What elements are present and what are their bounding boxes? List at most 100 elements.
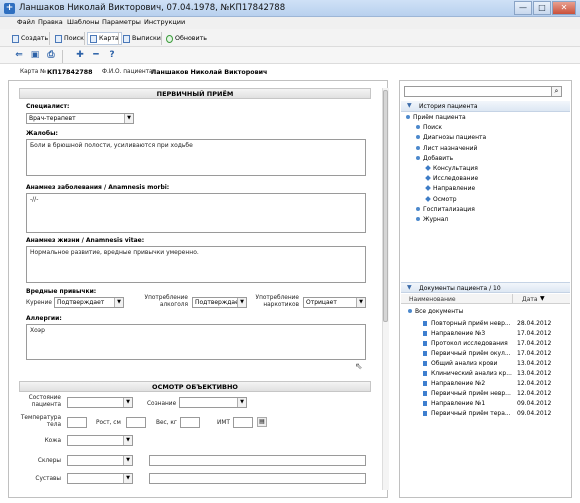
document-date: 09.04.2012 <box>517 410 552 417</box>
history-item-label: Консультация <box>433 165 478 172</box>
document-date: 09.04.2012 <box>517 400 552 407</box>
drugs-label: Употребление наркотиков <box>255 295 299 308</box>
document-row[interactable]: Направление №3 17.04.2012 <box>400 329 570 339</box>
document-icon <box>423 351 427 356</box>
document-row[interactable]: Протокол исследования 17.04.2012 <box>400 339 570 349</box>
history-item[interactable]: Добавить <box>416 155 453 162</box>
card-label: Карта <box>99 35 119 42</box>
temperature-input[interactable] <box>67 417 87 428</box>
allergies-label: Аллергии: <box>26 315 62 322</box>
column-name[interactable]: Наименование <box>409 296 456 303</box>
weight-input[interactable] <box>180 417 200 428</box>
alcohol-select[interactable]: Подтверждает ▼ <box>192 297 247 308</box>
extracts-button[interactable]: Выписки <box>121 32 163 45</box>
document-row[interactable]: Первичный приём окул... 17.04.2012 <box>400 349 570 359</box>
remove-icon[interactable]: ━ <box>91 50 101 60</box>
maximize-button[interactable]: □ <box>533 1 551 15</box>
allergies-field[interactable]: Хоэр <box>26 324 366 360</box>
anamnesis-vitae-field[interactable]: Нормальное развитие, вредные привычки ум… <box>26 246 366 283</box>
history-item-label: Исследование <box>433 175 479 183</box>
history-item[interactable]: Приём пациента <box>406 114 466 121</box>
sclera-select[interactable]: ▼ <box>67 455 133 466</box>
anamnesis-morbi-field[interactable]: -//- <box>26 193 366 233</box>
complaints-field[interactable]: Боли в брюшной полости, усиливаются при … <box>26 139 366 176</box>
search-icon[interactable]: ⌕ <box>551 86 562 97</box>
consciousness-label: Сознание <box>147 401 177 407</box>
calculator-icon[interactable]: ▤ <box>257 417 267 427</box>
menu-settings[interactable]: Параметры <box>102 18 141 26</box>
document-row[interactable]: Клинический анализ кр... 13.04.2012 <box>400 369 570 379</box>
joints-note-input[interactable] <box>149 473 366 484</box>
refresh-icon <box>166 34 173 43</box>
card-button[interactable]: Карта <box>87 32 122 45</box>
menu-templates[interactable]: Шаблоны <box>67 18 99 26</box>
document-row[interactable]: Общий анализ крови 13.04.2012 <box>400 359 570 369</box>
consciousness-select[interactable]: ▼ <box>179 397 247 408</box>
main-toolbar: Создать Поиск Карта Выписки Обновить <box>0 29 580 47</box>
height-label: Рост, см <box>96 420 121 426</box>
menu-instructions[interactable]: Инструкции <box>144 18 185 26</box>
history-header[interactable]: ▼ История пациента <box>401 101 570 112</box>
history-item[interactable]: Диагнозы пациента <box>416 134 486 141</box>
document-row[interactable]: Направление №2 12.04.2012 <box>400 379 570 389</box>
document-row[interactable]: Первичный приём невр... 12.04.2012 <box>400 389 570 399</box>
search-button[interactable]: Поиск <box>53 32 86 45</box>
document-date: 12.04.2012 <box>517 390 552 397</box>
specialist-select[interactable]: Врач-терапевт ▼ <box>26 113 134 124</box>
documents-root[interactable]: Все документы <box>408 308 463 315</box>
document-name: Первичный приём невр... <box>431 390 511 397</box>
anamnesis-morbi-label: Анамнез заболевания / Anamnesis morbi: <box>26 184 170 191</box>
sort-down-icon[interactable]: ▼ <box>540 295 545 302</box>
history-item[interactable]: Журнал <box>416 216 448 223</box>
history-search-input[interactable] <box>404 86 554 97</box>
create-button[interactable]: Создать <box>10 32 50 45</box>
document-row[interactable]: Повторный приём невр... 28.04.2012 <box>400 319 570 329</box>
joints-select[interactable]: ▼ <box>67 473 133 484</box>
document-row[interactable]: Первичный приём тера... 09.04.2012 <box>400 409 570 419</box>
minimize-button[interactable]: — <box>514 1 532 15</box>
collapse-icon: ▼ <box>407 102 412 109</box>
history-item[interactable]: Лист назначений <box>416 145 477 152</box>
history-item[interactable]: Осмотр <box>425 195 457 203</box>
patient-bar: Карта № КП17842788 Ф.И.О. пациента Ланша… <box>0 64 580 80</box>
toolbar-divider <box>62 50 63 63</box>
print-icon[interactable]: ⎙ <box>46 50 56 60</box>
add-icon[interactable]: ✚ <box>75 50 85 60</box>
history-item[interactable]: Консультация <box>425 165 478 172</box>
smoking-label: Курение <box>26 300 52 306</box>
scrollbar-thumb[interactable] <box>383 90 388 322</box>
document-icon <box>423 391 427 396</box>
bullet-dot-icon <box>406 115 410 119</box>
column-date[interactable]: Дата <box>522 296 538 303</box>
history-item[interactable]: Госпитализация <box>416 206 475 213</box>
close-window-button[interactable]: ✕ <box>552 1 576 15</box>
refresh-button[interactable]: Обновить <box>164 32 209 45</box>
help-icon[interactable]: ? <box>107 50 117 60</box>
save-icon[interactable]: ▣ <box>30 50 40 60</box>
documents-header[interactable]: ▼ Документы пациента / 10 <box>401 282 570 293</box>
menu-edit[interactable]: Правка <box>38 18 63 26</box>
history-item-label: Направление <box>433 185 476 193</box>
document-icon <box>423 341 427 346</box>
weight-label: Вес, кг <box>156 420 177 426</box>
bmi-input[interactable] <box>233 417 253 428</box>
bullet-diamond-icon <box>425 195 431 202</box>
document-name: Первичный приём окул... <box>431 350 511 357</box>
visit-form: ПЕРВИЧНЫЙ ПРИЁМ Специалист: Врач-терапев… <box>8 80 388 498</box>
history-item[interactable]: Исследование <box>425 175 479 183</box>
patient-state-select[interactable]: ▼ <box>67 397 133 408</box>
column-divider <box>512 294 513 304</box>
drugs-select[interactable]: Отрицает ▼ <box>303 297 366 308</box>
back-arrow-icon[interactable]: ⇐ <box>14 50 24 60</box>
document-name: Клинический анализ кр... <box>431 370 512 377</box>
history-item[interactable]: Направление <box>425 185 476 193</box>
document-row[interactable]: Направление №1 09.04.2012 <box>400 399 570 409</box>
smoking-select[interactable]: Подтверждает ▼ <box>54 297 124 308</box>
skin-select[interactable]: ▼ <box>67 435 133 446</box>
bullet-dot-icon <box>416 206 420 211</box>
height-input[interactable] <box>126 417 146 428</box>
menu-file[interactable]: Файл <box>17 18 35 26</box>
sclera-note-input[interactable] <box>149 455 366 466</box>
document-icon <box>423 361 427 366</box>
history-item[interactable]: Поиск <box>416 124 442 131</box>
